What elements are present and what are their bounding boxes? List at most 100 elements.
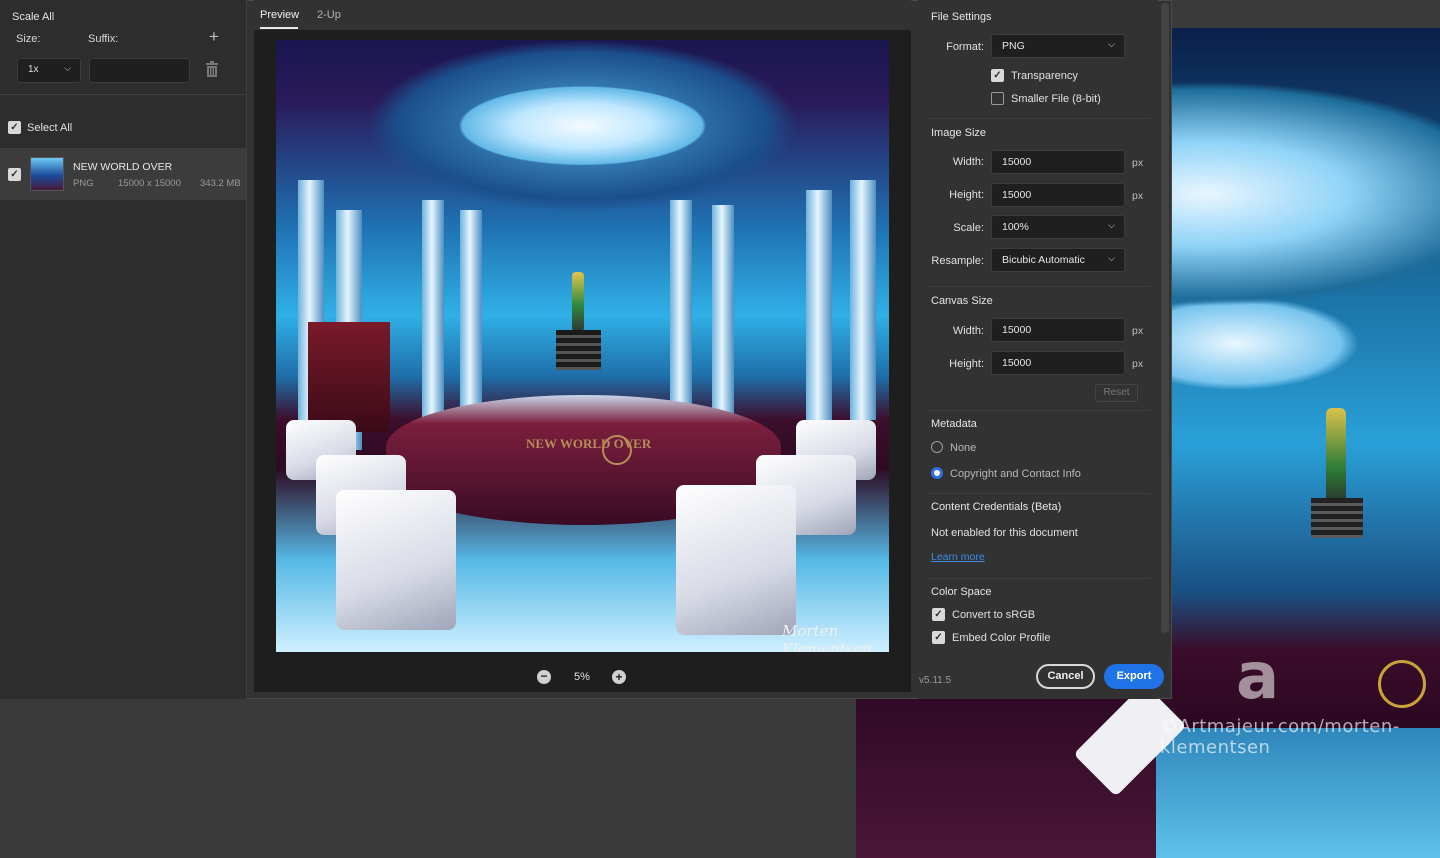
column [422,200,444,440]
image-width-label: Width: [952,156,984,168]
image-height-label: Height: [949,189,984,201]
image-height-unit: px [1132,190,1144,202]
size-select[interactable]: 1x ⌵ [17,58,81,83]
smaller-file-label: Smaller File (8-bit) [1011,93,1101,105]
metadata-copyright-label: Copyright and Contact Info [950,468,1081,480]
assets-panel [0,0,247,699]
column [806,190,832,430]
format-label: Format: [946,41,984,53]
asset-checkbox[interactable]: ✓ [8,168,21,181]
divider [0,94,247,95]
convert-srgb-label: Convert to sRGB [952,609,1036,621]
canvas-height-value: 15000 [1002,357,1032,369]
metadata-title: Metadata [931,418,977,430]
canvas-width-value: 15000 [1002,324,1032,336]
suffix-label: Suffix: [88,33,119,45]
add-scale-button[interactable]: + [205,27,223,47]
scale-select-value: 100% [1002,221,1029,233]
divider [927,118,1151,119]
canvas-width-label: Width: [952,325,984,337]
export-button[interactable]: Export [1104,664,1164,689]
scale-all-title: Scale All [12,11,55,23]
canvas-height-unit: px [1132,358,1144,370]
select-all-label: Select All [27,122,73,134]
format-select[interactable]: PNG ⌵ [991,34,1125,58]
file-settings-title: File Settings [931,11,992,23]
asset-thumbnail [30,157,64,191]
asset-row[interactable]: ✓ NEW WORLD OVER PNG 15000 x 15000 343.2… [0,148,246,200]
background-globe-emblem [1378,660,1426,708]
resample-select-value: Bicubic Automatic [1002,254,1085,266]
canvas-width-unit: px [1132,325,1144,337]
canvas-size-title: Canvas Size [931,295,993,307]
resample-select[interactable]: Bicubic Automatic ⌵ [991,248,1125,272]
image-height-value: 15000 [1002,189,1032,201]
podium [308,322,390,432]
metadata-none-label: None [950,442,977,454]
image-width-unit: px [1132,157,1144,169]
cancel-button[interactable]: Cancel [1036,664,1095,689]
column [850,180,876,420]
scale-select[interactable]: 100% ⌵ [991,215,1125,239]
smaller-file-checkbox[interactable] [991,92,1004,105]
asset-format: PNG [73,178,94,189]
globe-emblem [602,435,632,465]
divider [927,410,1151,411]
tab-preview[interactable]: Preview [260,9,299,21]
version-label: v5.11.5 [919,675,952,686]
active-tab-indicator [260,27,298,29]
size-select-value: 1x [28,64,39,75]
resample-label: Resample: [931,255,984,267]
preview-image: NEW WORLD OVER Morten Klementsen [276,40,889,652]
chevron-down-icon: ⌵ [1108,220,1115,230]
table-inscription: NEW WORLD OVER [526,436,652,451]
canvas-height-input[interactable]: 15000 [991,351,1125,375]
watermark-logo: a [1236,640,1280,714]
delete-scale-button[interactable] [205,61,221,79]
scale-label: Scale: [953,222,984,234]
throne-steps [556,330,601,370]
watermark-text: ©Artmajeur.com/morten-klementsen [1160,716,1400,758]
chair [676,485,796,635]
image-width-input[interactable]: 15000 [991,150,1125,174]
embed-color-profile-label: Embed Color Profile [952,632,1051,644]
chevron-down-icon: ⌵ [1108,253,1115,263]
asset-name: NEW WORLD OVER [73,161,173,173]
content-credentials-status: Not enabled for this document [931,527,1078,539]
settings-scrollbar[interactable] [1161,3,1169,633]
color-space-title: Color Space [931,586,992,598]
background-king-figure [1326,408,1346,508]
background-stairs [1311,498,1363,538]
metadata-copyright-radio[interactable] [931,467,943,479]
transparency-label: Transparency [1011,70,1078,82]
reset-button[interactable]: Reset [1095,384,1138,402]
divider [927,493,1151,494]
format-select-value: PNG [1002,40,1025,52]
divider [927,286,1151,287]
transparency-checkbox[interactable]: ✓ [991,69,1004,82]
asset-file-size: 343.2 MB [200,178,241,189]
select-all-checkbox[interactable]: ✓ [8,121,21,134]
image-width-value: 15000 [1002,156,1032,168]
image-size-title: Image Size [931,127,987,139]
chevron-down-icon: ⌵ [1108,39,1115,49]
divider [927,578,1151,579]
canvas-height-label: Height: [949,358,984,370]
artist-signature: Morten Klementsen [782,622,872,652]
learn-more-link[interactable]: Learn more [931,551,985,563]
size-label: Size: [16,33,41,45]
zoom-out-button[interactable]: − [537,670,551,684]
asset-dimensions: 15000 x 15000 [118,178,181,189]
zoom-level: 5% [574,671,590,683]
canvas-width-input[interactable]: 15000 [991,318,1125,342]
chair [336,490,456,630]
embed-color-profile-checkbox[interactable]: ✓ [932,631,945,644]
tab-2-up[interactable]: 2-Up [317,9,341,21]
convert-srgb-checkbox[interactable]: ✓ [932,608,945,621]
content-credentials-title: Content Credentials (Beta) [931,501,1062,513]
image-height-input[interactable]: 15000 [991,183,1125,207]
metadata-none-radio[interactable] [931,441,943,453]
trash-icon [206,61,218,77]
zoom-in-button[interactable]: + [612,670,626,684]
suffix-input[interactable] [89,58,190,83]
